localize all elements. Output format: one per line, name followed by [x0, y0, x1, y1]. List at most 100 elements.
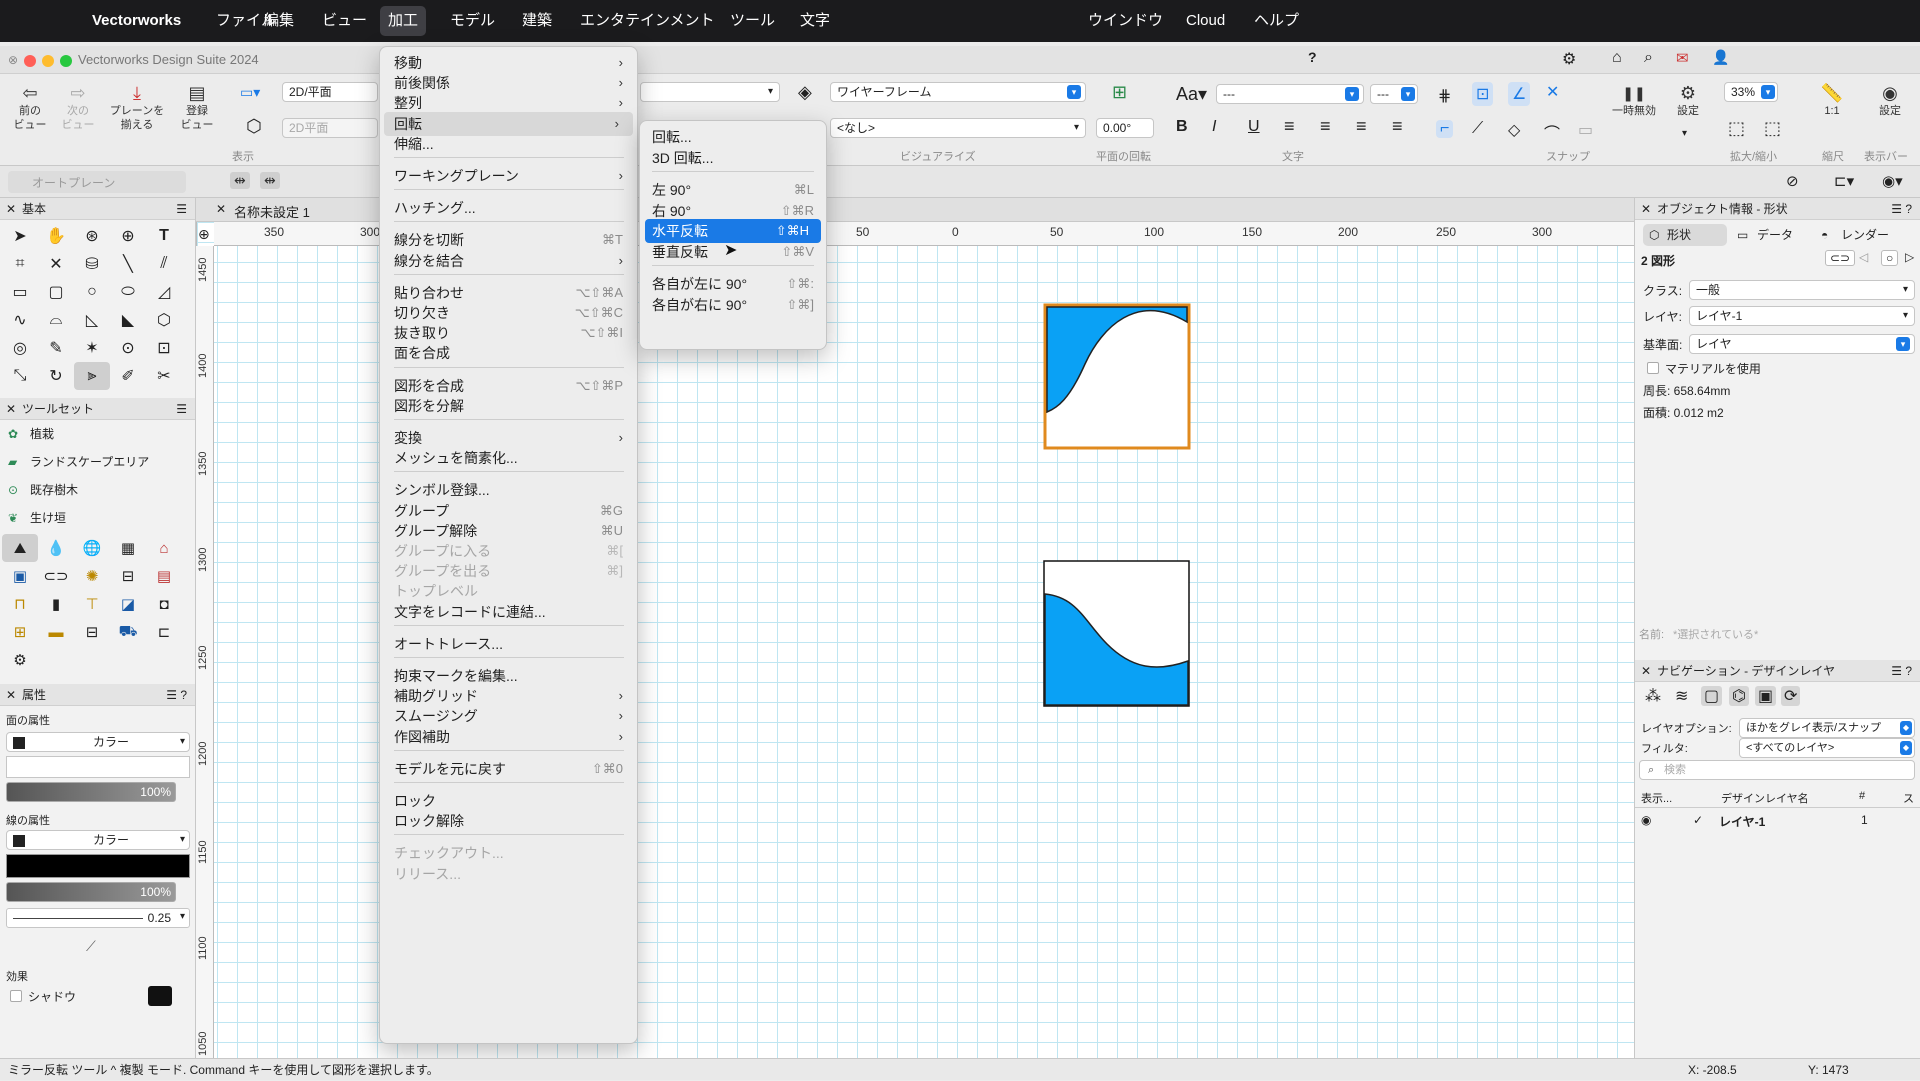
menu-icon[interactable]: ☰ [176, 198, 187, 220]
layer-dropdown[interactable]: ▾ [640, 82, 780, 102]
water-tool-icon[interactable]: 💧 [38, 534, 74, 562]
menu-item-39[interactable]: モデルを元に戻す ⇧⌘0 [380, 757, 637, 781]
layer-field-dropdown[interactable]: レイヤ-1 ▾ [1689, 306, 1915, 326]
layer-options-dropdown[interactable]: ほかをグレイ表示/スナップ ◆ [1739, 718, 1915, 738]
mirror-mode-icon[interactable]: ⇹ [230, 172, 250, 189]
submenu-item-1[interactable]: 3D 回転... [640, 146, 826, 170]
menu-item-22[interactable]: メッシュを簡素化... [380, 446, 637, 470]
display-settings-button[interactable]: ◉ 設定 [1866, 82, 1914, 118]
line-opacity-slider[interactable]: 100% [6, 882, 176, 902]
name-field[interactable]: *選択されている* [1673, 626, 1758, 642]
close-icon[interactable]: ✕ [6, 684, 16, 706]
building-tool-icon[interactable]: ⌂ [146, 534, 182, 562]
pencil-tool-icon[interactable]: ✎ [38, 334, 74, 362]
close-x-icon[interactable]: ⊗ [8, 53, 18, 67]
snap-tangent-icon[interactable]: ⟋ [1472, 120, 1483, 138]
table-row[interactable]: ◉ ✓ レイヤ-1 1 [1635, 810, 1920, 832]
italic-icon[interactable]: I [1212, 118, 1216, 136]
object-circle-icon[interactable]: ○ [1881, 250, 1899, 266]
mail-icon[interactable]: ✉ [1676, 49, 1689, 67]
shape-top-selected[interactable] [1043, 303, 1191, 450]
double-line-tool-icon[interactable]: ⫽ [146, 250, 182, 278]
next-object-icon[interactable]: ▷ [1905, 250, 1914, 264]
table-tool-icon[interactable]: ⊞ [2, 618, 38, 646]
zoom-dropdown[interactable]: 33% ▾ [1724, 82, 1778, 102]
fill-color-swatch[interactable] [6, 756, 190, 778]
close-icon[interactable]: ✕ [1641, 660, 1651, 682]
mirror-tool-icon[interactable]: ⫸ [74, 362, 110, 390]
grid-tool-icon[interactable]: ▦ [110, 534, 146, 562]
monitor-tool-icon[interactable]: ▣ [2, 562, 38, 590]
split-tool-icon[interactable]: ✂ [146, 362, 182, 390]
camera-tool-icon[interactable]: ◘ [146, 590, 182, 618]
snap-grid-icon[interactable]: ⋕ [1438, 86, 1451, 106]
tab-render[interactable]: ◓ レンダー [1813, 224, 1913, 246]
shadow-color-swatch[interactable] [148, 986, 172, 1006]
render-mode-dropdown[interactable]: ワイヤーフレーム ▾ [830, 82, 1086, 102]
pan-tool-icon[interactable]: ✋ [38, 222, 74, 250]
col-number[interactable]: # [1859, 790, 1865, 802]
line-style-icon[interactable]: ⟋ [86, 938, 96, 955]
snap-intersection-icon[interactable]: ✕ [1546, 82, 1559, 102]
snap-edge-icon[interactable]: ⌒ [1544, 120, 1560, 144]
visibility-tool-icon[interactable]: ⊙ [110, 334, 146, 362]
projection-icon[interactable]: ⬡ [246, 116, 262, 137]
irrigation-tool-icon[interactable]: ✺ [74, 562, 110, 590]
app-menu[interactable]: Vectorworks [84, 0, 189, 42]
mirror-copy-icon[interactable]: ⇹ [260, 172, 280, 189]
zoom-tool-icon[interactable]: ⊕ [110, 222, 146, 250]
fill-opacity-slider[interactable]: 100% [6, 782, 176, 802]
justify-icon[interactable]: ≡ [1392, 116, 1403, 137]
nav-sheet-icon[interactable]: ▢ [1701, 686, 1723, 706]
hide-icon[interactable]: ⊘ [1786, 172, 1799, 190]
prev-object-icon[interactable]: ◁ [1859, 250, 1868, 264]
user-icon[interactable]: 👤 [1712, 49, 1729, 66]
menu-item-19[interactable]: 図形を分解 [380, 394, 637, 418]
pipe-tool-icon[interactable]: ⊂⊃ [38, 562, 74, 590]
align-center-icon[interactable]: ≡ [1320, 116, 1331, 137]
menu-item-6[interactable]: ワーキングプレーン › [380, 164, 637, 188]
rotate-tool-icon[interactable]: ↻ [38, 362, 74, 390]
align-left-icon[interactable]: ≡ [1284, 116, 1295, 137]
ruler-origin-icon[interactable]: ⊕ [198, 226, 210, 243]
view-mode-icon[interactable]: ▭▾ [240, 84, 260, 101]
eyedropper-tool-icon[interactable]: ⛁ [74, 250, 110, 278]
rectangle-tool-icon[interactable]: ▭ [2, 278, 38, 306]
menu-help[interactable]: ヘルプ [1246, 0, 1307, 42]
close-icon[interactable]: ✕ [1641, 198, 1651, 220]
auto-plane-toggle[interactable]: オートプレーン [8, 171, 186, 193]
eye-icon[interactable]: ◉ [1641, 813, 1651, 827]
attribute-mapping-tool-icon[interactable]: ⊡ [146, 334, 182, 362]
menu-item-32[interactable]: オートトレース... [380, 632, 637, 656]
polyline-tool-icon[interactable]: ⌓ [38, 306, 74, 334]
plane-rotation-icon[interactable]: ⊞ [1112, 82, 1127, 103]
rounded-rect-tool-icon[interactable]: ▢ [38, 278, 74, 306]
document-tab[interactable]: 名称未設定 1 [234, 202, 310, 221]
shape-bottom[interactable] [1043, 560, 1190, 707]
circle-tool-icon[interactable]: ○ [74, 278, 110, 306]
site-model-tool-icon[interactable]: ⛰ [2, 534, 38, 562]
menu-model[interactable]: モデル [442, 0, 503, 42]
line-tool-icon[interactable]: ╲ [110, 250, 146, 278]
nav-class-icon[interactable]: ⁂ [1645, 686, 1661, 706]
help-button[interactable]: ? [1308, 49, 1317, 65]
align-plane-button[interactable]: ⤓ プレーンを 揃える [104, 82, 170, 132]
search-icon[interactable]: ⌕ [1644, 49, 1653, 67]
tab-data[interactable]: ▭ データ [1731, 224, 1811, 246]
menu-edit[interactable]: 編集 [256, 0, 302, 42]
shadow-checkbox[interactable] [10, 990, 22, 1002]
menu-item-16[interactable]: 面を合成 [380, 341, 637, 365]
chevron-down-icon[interactable]: ▾ [1682, 128, 1687, 139]
text-tool-icon[interactable]: T [146, 222, 182, 250]
projection-dropdown[interactable]: 2D平面 [282, 118, 378, 138]
col-name[interactable]: デザインレイヤ名 [1721, 790, 1809, 806]
toolset-item-hedge[interactable]: ❦ 生け垣 [0, 504, 195, 532]
submenu-item-9[interactable]: 各自が右に 90° ⇧⌘] [640, 293, 826, 317]
menu-architecture[interactable]: 建築 [514, 0, 560, 42]
toolset-item-planting[interactable]: ✿ 植栽 [0, 420, 195, 448]
spiral-tool-icon[interactable]: ◎ [2, 334, 38, 362]
underline-icon[interactable]: U [1248, 118, 1260, 136]
stairs-tool-icon[interactable]: ⊓ [2, 590, 38, 618]
menu-item-11[interactable]: 線分を結合 › [380, 249, 637, 273]
magic-wand-tool-icon[interactable]: ✶ [74, 334, 110, 362]
